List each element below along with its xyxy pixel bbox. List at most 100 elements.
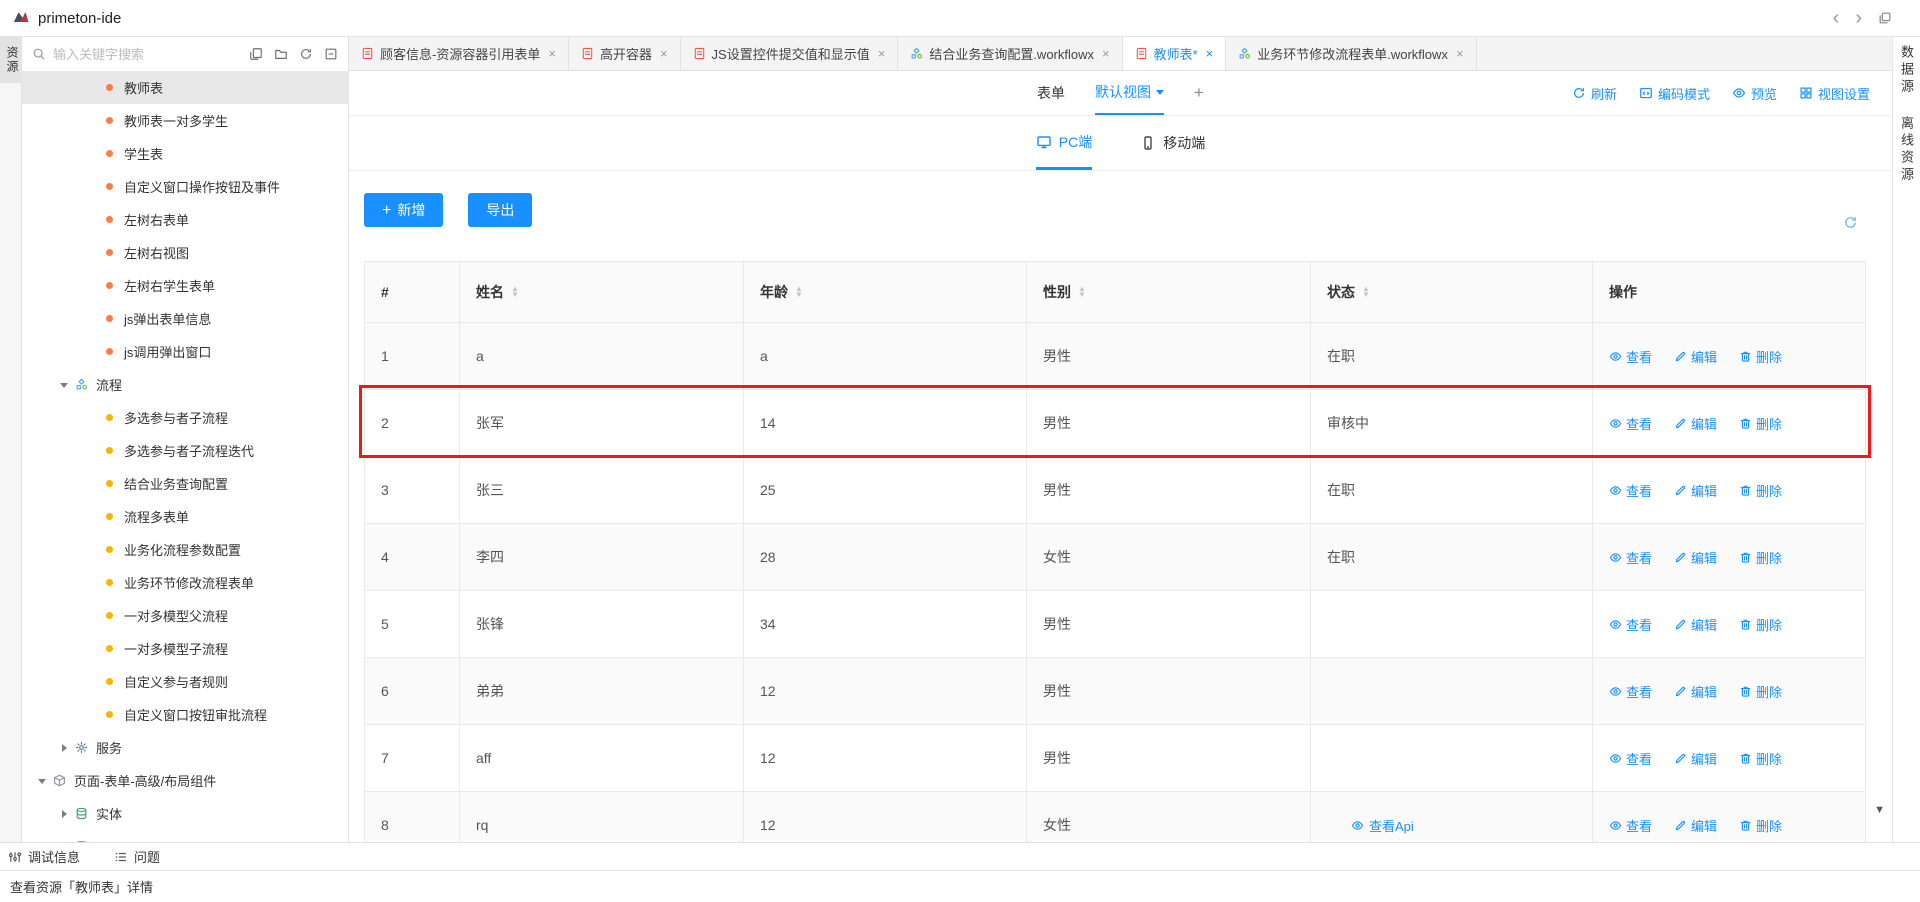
delete-action[interactable]: 删除 — [1739, 615, 1782, 634]
view-action[interactable]: 查看 — [1609, 816, 1652, 835]
refresh-icon[interactable] — [299, 47, 313, 61]
copy-icon[interactable] — [249, 47, 263, 61]
view-action[interactable]: 查看 — [1609, 481, 1652, 500]
datasource-panel-tab[interactable]: 数据源 — [1897, 45, 1916, 96]
problems-tab[interactable]: 问题 — [114, 847, 160, 866]
view-action[interactable]: 查看 — [1609, 548, 1652, 567]
view-action[interactable]: 查看 — [1609, 749, 1652, 768]
editor-tab[interactable]: 顾客信息-资源容器引用表单 — [349, 37, 569, 70]
table-row[interactable]: 4 李四 28 女性 在职 查看编辑删除 — [365, 524, 1865, 591]
tree-item[interactable] — [22, 830, 348, 842]
edit-action[interactable]: 编辑 — [1674, 347, 1717, 366]
editor-tab[interactable]: 高开容器 — [569, 37, 681, 70]
editor-tab[interactable]: JS设置控件提交值和显示值 — [681, 37, 899, 70]
tab-mobile[interactable]: 移动端 — [1140, 116, 1205, 170]
view-action[interactable]: 查看 — [1609, 347, 1652, 366]
tab-pc[interactable]: PC端 — [1036, 116, 1092, 170]
delete-action[interactable]: 删除 — [1739, 816, 1782, 835]
table-row[interactable]: 6 弟弟 12 男性 查看编辑删除 — [365, 658, 1865, 725]
table-row[interactable]: 3 张三 25 男性 在职 查看编辑删除 — [365, 457, 1865, 524]
export-button[interactable]: 导出 — [468, 193, 532, 227]
edit-action[interactable]: 编辑 — [1674, 414, 1717, 433]
expand-arrow-icon[interactable] — [56, 810, 72, 818]
tab-default-view[interactable]: 默认视图 — [1095, 71, 1164, 115]
scroll-down-arrow-icon[interactable] — [1874, 804, 1885, 816]
edit-action[interactable]: 编辑 — [1674, 816, 1717, 835]
tree-item[interactable]: 多选参与者子流程迭代 — [22, 434, 348, 467]
table-row[interactable]: 8 rq 12 女性 查看Api 查看编辑删除 — [365, 792, 1865, 842]
tree-item[interactable]: 左树右视图 — [22, 236, 348, 269]
expand-arrow-icon[interactable] — [56, 378, 72, 392]
view-settings-button[interactable]: 视图设置 — [1799, 84, 1870, 103]
debug-info-tab[interactable]: 调试信息 — [8, 847, 80, 866]
tree-item[interactable]: 教师表一对多学生 — [22, 104, 348, 137]
code-mode-button[interactable]: 编码模式 — [1639, 84, 1710, 103]
expand-arrow-icon[interactable] — [56, 744, 72, 752]
delete-action[interactable]: 删除 — [1739, 481, 1782, 500]
edit-action[interactable]: 编辑 — [1674, 682, 1717, 701]
delete-action[interactable]: 删除 — [1739, 414, 1782, 433]
table-row[interactable]: 1 a a 男性 在职 查看编辑删除 — [365, 323, 1865, 390]
search-input[interactable] — [53, 47, 242, 62]
table-row[interactable]: 2 张军 14 男性 审核中 查看编辑删除 — [365, 390, 1865, 457]
view-action[interactable]: 查看 — [1609, 615, 1652, 634]
edit-action[interactable]: 编辑 — [1674, 548, 1717, 567]
tab-form[interactable]: 表单 — [1037, 71, 1065, 115]
tree-item[interactable]: 流程多表单 — [22, 500, 348, 533]
close-tab-icon[interactable] — [878, 46, 886, 61]
editor-tab[interactable]: 业务环节修改流程表单.workflowx — [1226, 37, 1476, 70]
sort-icon[interactable] — [795, 286, 803, 298]
tree-item[interactable]: 多选参与者子流程 — [22, 401, 348, 434]
close-tab-icon[interactable] — [660, 46, 668, 61]
offline-resources-panel-tab[interactable]: 离线资源 — [1897, 116, 1916, 184]
tree-item[interactable]: 自定义窗口操作按钮及事件 — [22, 170, 348, 203]
edit-action[interactable]: 编辑 — [1674, 615, 1717, 634]
close-tab-icon[interactable] — [1102, 46, 1110, 61]
table-row[interactable]: 5 张锋 34 男性 查看编辑删除 — [365, 591, 1865, 658]
resources-panel-tab[interactable]: 资源 — [0, 37, 21, 83]
edit-action[interactable]: 编辑 — [1674, 749, 1717, 768]
tree-item[interactable]: 一对多模型子流程 — [22, 632, 348, 665]
tree-item[interactable]: 结合业务查询配置 — [22, 467, 348, 500]
tree-item[interactable]: 自定义窗口按钮审批流程 — [22, 698, 348, 731]
sort-icon[interactable] — [511, 286, 519, 298]
editor-tab[interactable]: 教师表* — [1123, 37, 1227, 70]
folder-icon[interactable] — [274, 47, 288, 61]
nav-back-icon[interactable] — [1833, 8, 1840, 28]
tree-item[interactable]: 教师表 — [22, 71, 348, 104]
refresh-view-button[interactable]: 刷新 — [1572, 84, 1617, 103]
expand-arrow-icon[interactable] — [34, 774, 50, 788]
sort-icon[interactable] — [1078, 286, 1086, 298]
view-action[interactable]: 查看 — [1609, 682, 1652, 701]
add-view-button[interactable]: + — [1194, 71, 1204, 115]
tree-item[interactable]: 流程 — [22, 368, 348, 401]
edit-action[interactable]: 编辑 — [1674, 481, 1717, 500]
tree-item[interactable]: 学生表 — [22, 137, 348, 170]
table-row[interactable]: 7 aff 12 男性 查看编辑删除 — [365, 725, 1865, 792]
delete-action[interactable]: 删除 — [1739, 347, 1782, 366]
view-api-link[interactable]: 查看Api — [1351, 816, 1414, 835]
sort-icon[interactable] — [1362, 286, 1370, 298]
tree-item[interactable]: 服务 — [22, 731, 348, 764]
collapse-all-icon[interactable] — [324, 47, 338, 61]
preview-button[interactable]: 预览 — [1732, 84, 1777, 103]
view-action[interactable]: 查看 — [1609, 414, 1652, 433]
tree-item[interactable]: 实体 — [22, 797, 348, 830]
close-tab-icon[interactable] — [1456, 46, 1464, 61]
tree-item[interactable]: 业务环节修改流程表单 — [22, 566, 348, 599]
nav-forward-icon[interactable] — [1855, 8, 1862, 28]
add-button[interactable]: 新增 — [364, 193, 443, 227]
delete-action[interactable]: 删除 — [1739, 749, 1782, 768]
delete-action[interactable]: 删除 — [1739, 548, 1782, 567]
editor-tab[interactable]: 结合业务查询配置.workflowx — [898, 37, 1122, 70]
tree-item[interactable]: js调用弹出窗口 — [22, 335, 348, 368]
tree-item[interactable]: 一对多模型父流程 — [22, 599, 348, 632]
tree-item[interactable]: 左树右学生表单 — [22, 269, 348, 302]
sync-icon[interactable] — [1843, 215, 1858, 230]
tree-item[interactable]: js弹出表单信息 — [22, 302, 348, 335]
tree-item[interactable]: 页面-表单-高级/布局组件 — [22, 764, 348, 797]
delete-action[interactable]: 删除 — [1739, 682, 1782, 701]
window-restore-icon[interactable] — [1878, 11, 1892, 25]
tree-item[interactable]: 业务化流程参数配置 — [22, 533, 348, 566]
close-tab-icon[interactable] — [548, 46, 556, 61]
